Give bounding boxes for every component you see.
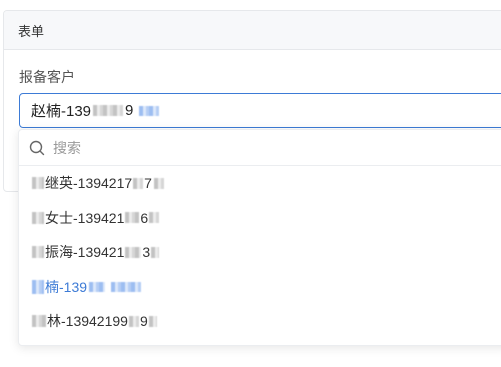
option-list: 继英-1394217 7 女士-139421 6 振海-139421 3 楠-1…	[19, 166, 501, 339]
card-header: 表单	[4, 11, 501, 50]
redacted-block	[125, 246, 142, 258]
option-item[interactable]: 振海-139421 3	[19, 235, 501, 270]
redacted-block	[151, 246, 160, 258]
redacted-block	[125, 212, 140, 224]
redacted-block	[32, 315, 46, 328]
selected-value-text: 赵楠-139	[31, 103, 92, 120]
option-tail: 7	[144, 175, 152, 192]
option-tail: 3	[142, 244, 151, 261]
redacted-block	[89, 281, 106, 292]
redacted-block	[148, 315, 157, 327]
option-item[interactable]: 女士-139421 6	[19, 201, 501, 236]
search-icon	[29, 140, 45, 155]
select-dropdown: 继英-1394217 7 女士-139421 6 振海-139421 3	[18, 129, 501, 346]
search-input[interactable]	[51, 138, 355, 157]
redacted-block	[128, 315, 139, 327]
redacted-block	[32, 246, 44, 259]
option-label: 楠-139	[45, 278, 88, 295]
redacted-block	[32, 177, 44, 190]
option-label: 女士-139421	[45, 209, 125, 226]
option-label: 继英-1394217	[45, 175, 133, 192]
field-label: 报备客户	[19, 69, 75, 85]
redacted-block	[32, 211, 44, 224]
page: 表单 报备客户 赵楠-139 9 继英-1394217 7	[0, 0, 501, 367]
option-item[interactable]: 继英-1394217 7	[19, 166, 501, 201]
option-tail: 9	[139, 313, 148, 330]
dropdown-search	[19, 130, 501, 166]
redacted-block	[32, 279, 44, 294]
option-item-selected[interactable]: 楠-139	[19, 270, 501, 305]
option-item[interactable]: 林-13942199 9	[19, 304, 501, 339]
redacted-block	[111, 281, 142, 292]
option-tail: 6	[140, 209, 149, 226]
redacted-block	[153, 177, 164, 189]
redacted-block	[133, 177, 144, 189]
redacted-block	[149, 212, 160, 224]
card-title: 表单	[18, 23, 45, 39]
selected-value-suffix: 9	[125, 102, 134, 119]
customer-select[interactable]: 赵楠-139 9	[19, 93, 501, 128]
redacted-block	[139, 105, 160, 116]
redacted-block	[93, 105, 124, 116]
option-label: 振海-139421	[45, 244, 125, 261]
option-label: 林-13942199	[47, 313, 128, 330]
